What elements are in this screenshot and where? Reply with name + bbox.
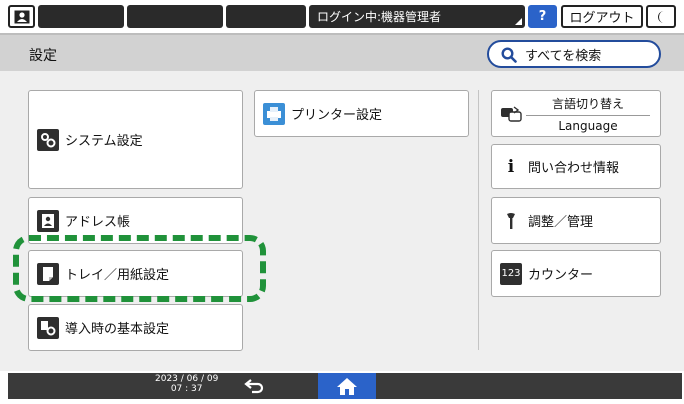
datetime: 2023 / 06 / 09 07 : 37 xyxy=(155,374,218,394)
back-button[interactable] xyxy=(244,377,266,399)
printer-icon xyxy=(263,102,285,125)
logout-button[interactable]: ログアウト xyxy=(561,5,643,28)
maintenance-label: 調整／管理 xyxy=(528,215,594,230)
status-slot-2 xyxy=(127,5,223,28)
system-settings-button[interactable]: システム設定 xyxy=(28,90,243,189)
date-text: 2023 / 06 / 09 xyxy=(155,374,219,384)
login-status: ログイン中:機器管理者 xyxy=(309,5,525,28)
help-label: ? xyxy=(538,9,547,24)
back-arrow-icon xyxy=(244,379,264,394)
gears-icon xyxy=(37,128,59,151)
wrench-icon xyxy=(500,210,522,232)
initial-setup-label: 導入時の基本設定 xyxy=(65,322,170,337)
address-book-icon xyxy=(37,209,59,232)
setup-gear-icon xyxy=(37,316,59,339)
corner-mark-icon xyxy=(515,18,522,25)
moon-icon xyxy=(658,10,664,23)
bottom-bar: 2023 / 06 / 09 07 : 37 xyxy=(0,371,684,404)
language-switch-button[interactable]: 言語切り替え Language xyxy=(491,90,661,137)
printer-settings-button[interactable]: プリンター設定 xyxy=(254,90,469,137)
language-label-divider xyxy=(526,114,650,116)
info-icon: i xyxy=(500,156,522,178)
counter-button[interactable]: 123 カウンター xyxy=(491,250,661,297)
search-icon xyxy=(501,47,517,63)
language-switch-icon xyxy=(500,103,522,125)
info-icon-text: i xyxy=(507,156,515,177)
language-switch-label: 言語切り替え xyxy=(551,96,624,111)
status-slot-1 xyxy=(38,5,124,28)
user-icon[interactable] xyxy=(8,5,35,28)
address-book-label: アドレス帳 xyxy=(65,215,131,230)
status-bar: ログイン中:機器管理者 ? ログアウト xyxy=(0,0,684,33)
status-slot-3 xyxy=(226,5,306,28)
inquiry-info-label: 問い合わせ情報 xyxy=(528,161,620,176)
counter-label: カウンター xyxy=(528,268,594,283)
login-status-text: ログイン中:機器管理者 xyxy=(317,10,442,24)
language-labels: 言語切り替え Language xyxy=(526,95,650,133)
settings-screen: ログイン中:機器管理者 ? ログアウト 設定 すべてを検索 システム設定 アドレ… xyxy=(0,0,684,404)
page-title: 設定 xyxy=(29,48,57,64)
home-button[interactable] xyxy=(318,373,376,399)
initial-setup-button[interactable]: 導入時の基本設定 xyxy=(28,304,243,351)
inquiry-info-button[interactable]: i 問い合わせ情報 xyxy=(491,144,661,189)
column-divider xyxy=(478,90,479,350)
counter-123-icon: 123 xyxy=(500,262,522,285)
language-en-label: Language xyxy=(558,118,618,133)
printer-settings-label: プリンター設定 xyxy=(291,108,383,123)
maintenance-button[interactable]: 調整／管理 xyxy=(491,197,661,244)
search-all-button[interactable]: すべてを検索 xyxy=(487,40,661,68)
search-all-label: すべてを検索 xyxy=(525,48,602,64)
home-icon xyxy=(337,378,357,395)
system-settings-label: システム設定 xyxy=(65,134,143,149)
header-bar: 設定 すべてを検索 xyxy=(0,33,684,71)
energy-saver-button[interactable] xyxy=(646,5,676,28)
highlight-frame xyxy=(13,235,266,302)
time-text: 07 : 37 xyxy=(170,384,203,394)
logout-label: ログアウト xyxy=(569,11,635,26)
help-button[interactable]: ? xyxy=(528,5,557,28)
counter-icon-text: 123 xyxy=(501,268,521,279)
